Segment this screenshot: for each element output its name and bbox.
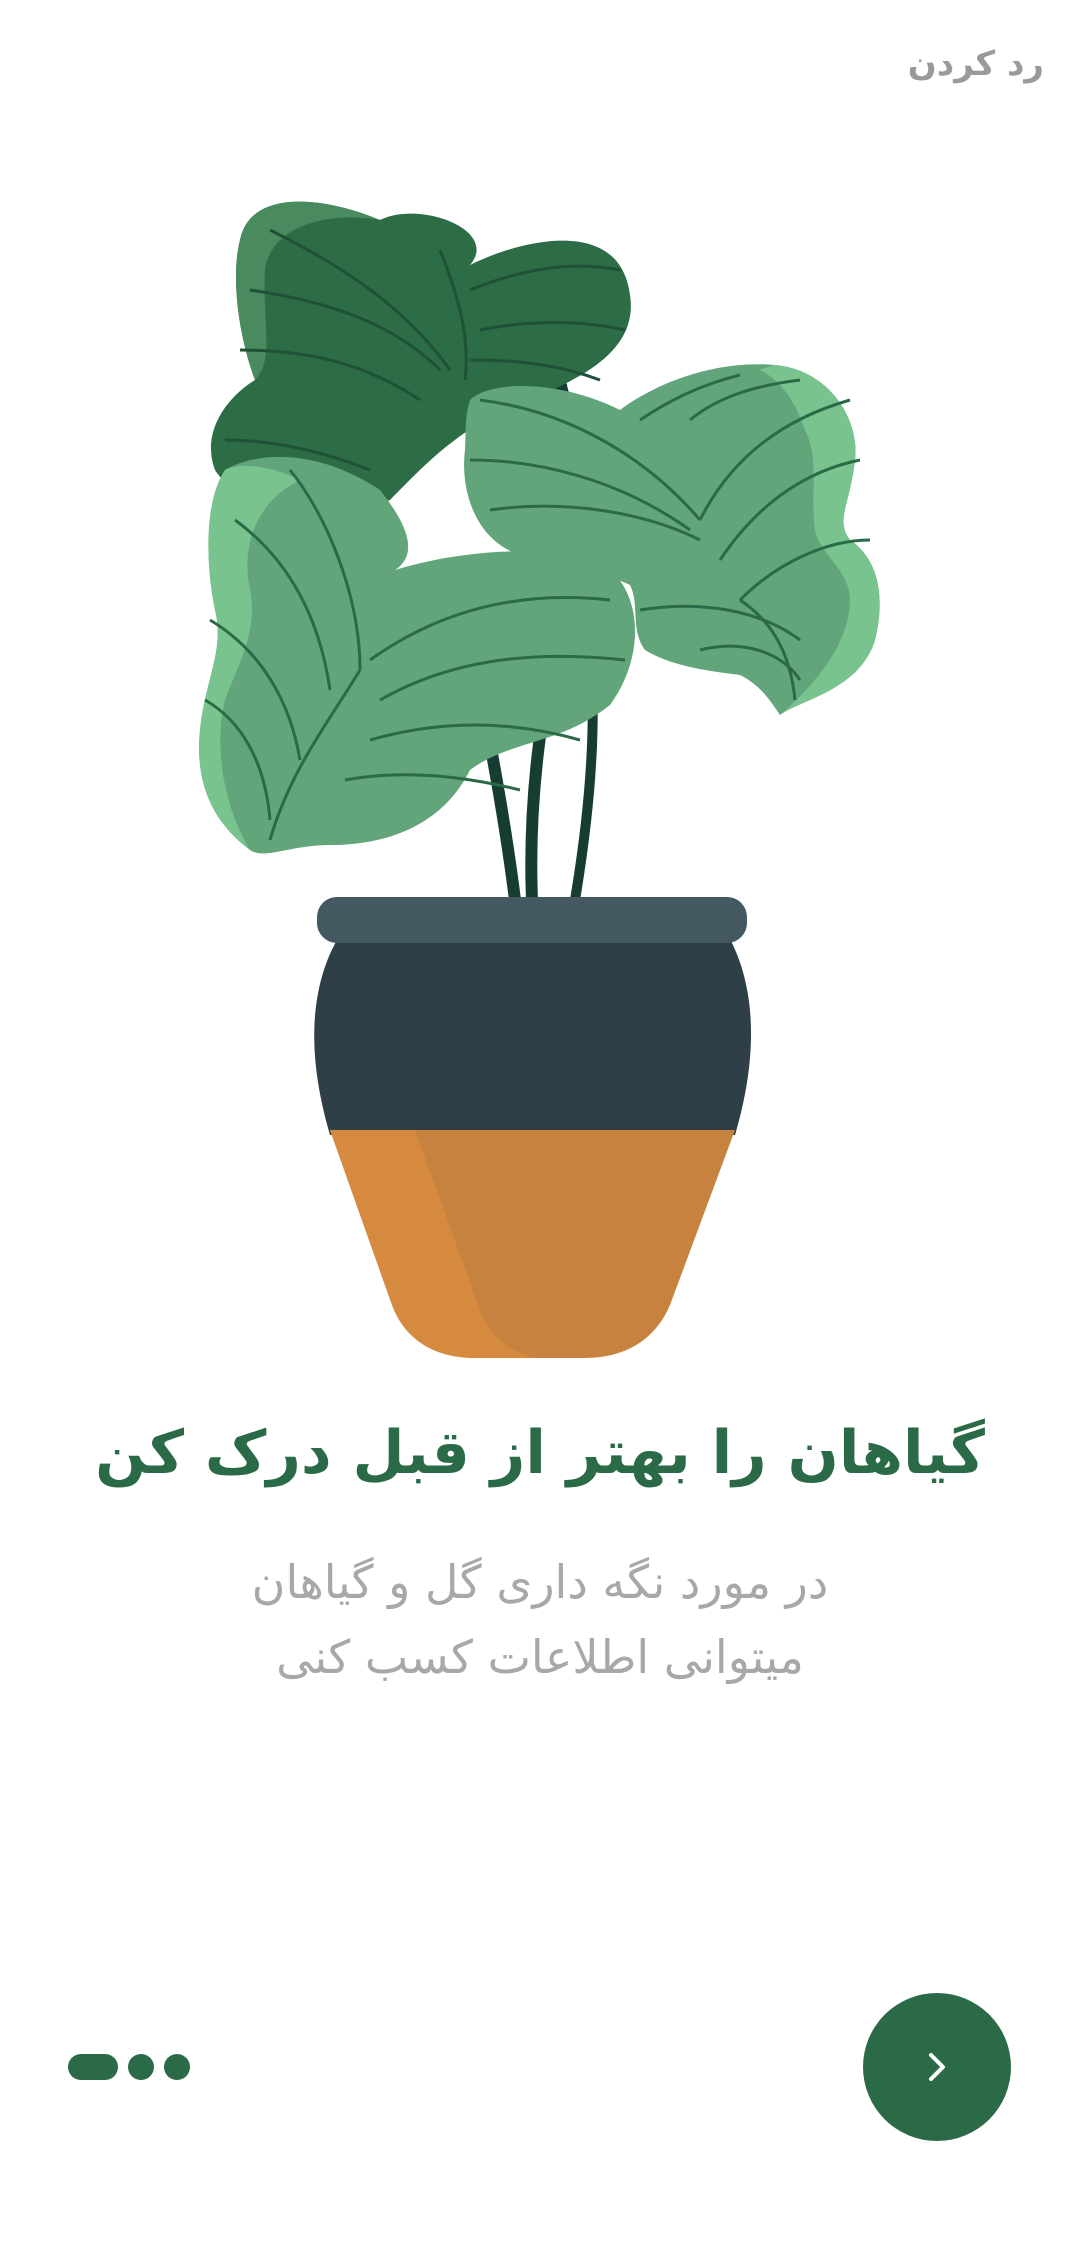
- page-dot-active: [68, 2054, 118, 2080]
- subtitle-line-1: در مورد نگه داری گل و گیاهان: [251, 1555, 829, 1609]
- page-dot: [164, 2054, 190, 2080]
- page-dot: [128, 2054, 154, 2080]
- page-indicator: [68, 2054, 190, 2080]
- next-button[interactable]: [863, 1993, 1011, 2141]
- plant-illustration: [199, 201, 880, 1358]
- subtitle-line-2: میتوانی اطلاعات کسب کنی: [276, 1630, 804, 1684]
- onboarding-subtitle: در مورد نگه داری گل و گیاهان میتوانی اطل…: [140, 1545, 940, 1695]
- plant-pot: [314, 897, 752, 1358]
- onboarding-title: گیاهان را بهتر از قبل درک کن: [95, 1418, 985, 1488]
- chevron-right-icon: [929, 2053, 945, 2081]
